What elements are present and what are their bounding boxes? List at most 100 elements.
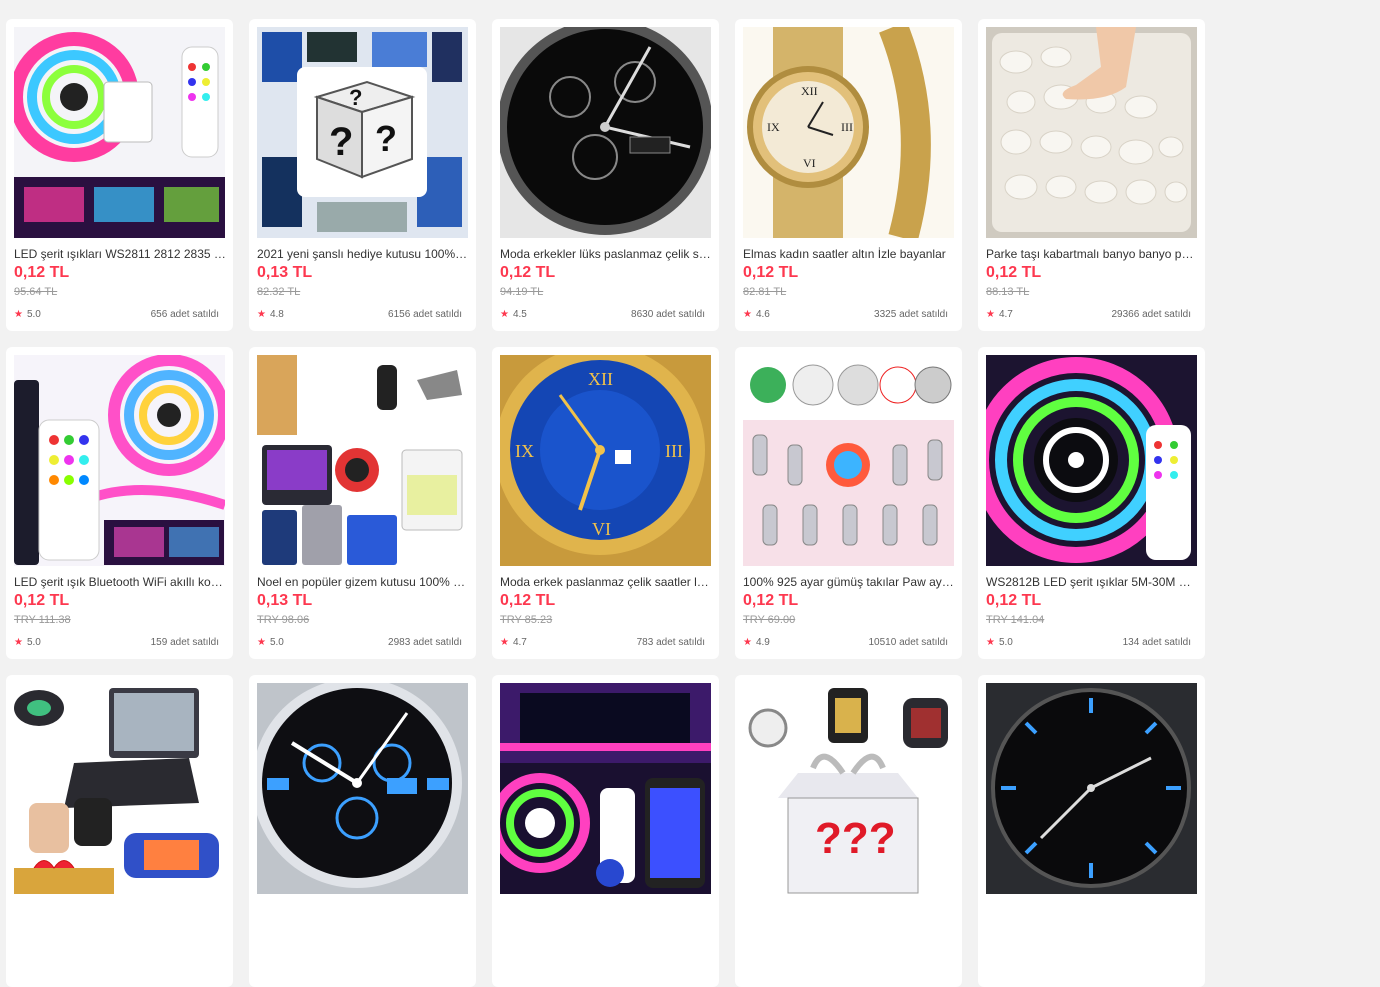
product-card[interactable]: ? ? ? 2021 yeni şanslı hediye kutusu 100… xyxy=(249,19,476,331)
rating-value: 5.0 xyxy=(998,637,1013,648)
svg-text:XII: XII xyxy=(588,369,613,389)
rating-value: 4.5 xyxy=(512,309,527,320)
svg-text:XII: XII xyxy=(801,84,818,98)
product-rating: ★ 5.0 xyxy=(257,636,284,650)
product-title[interactable]: Parke taşı kabartmalı banyo banyo paspas… xyxy=(986,246,1198,262)
svg-text:???: ??? xyxy=(815,814,896,863)
product-title[interactable]: LED şerit ışıkları WS2811 2812 2835 RGB xyxy=(14,246,226,262)
product-image[interactable]: ? ? ? xyxy=(257,27,468,238)
product-image[interactable] xyxy=(14,355,225,566)
svg-text:?: ? xyxy=(349,85,362,110)
product-old-price: 82.81 TL xyxy=(743,286,787,298)
svg-text:III: III xyxy=(665,441,683,461)
product-old-price: TRY 141.04 xyxy=(986,614,1045,626)
product-image[interactable] xyxy=(257,355,468,566)
rating-value: 4.7 xyxy=(512,637,527,648)
product-old-price: 82.32 TL xyxy=(257,286,301,298)
product-sold-count: 3325 adet satıldı xyxy=(874,309,948,320)
product-sold-count: 8630 adet satıldı xyxy=(631,309,705,320)
product-price: 0,12 TL xyxy=(986,264,1042,281)
svg-text:VI: VI xyxy=(592,519,611,539)
product-card[interactable] xyxy=(978,675,1205,987)
product-title[interactable]: LED şerit ışık Bluetooth WiFi akıllı kon… xyxy=(14,574,226,590)
product-old-price: TRY 69.00 xyxy=(743,614,796,626)
product-card[interactable]: XII IX III VI Moda erkek paslanmaz çelik… xyxy=(492,347,719,659)
product-card[interactable]: Parke taşı kabartmalı banyo banyo paspas… xyxy=(978,19,1205,331)
product-rating: ★ 4.6 xyxy=(743,308,770,322)
product-image[interactable]: XII IX III VI xyxy=(500,355,711,566)
star-icon: ★ xyxy=(257,309,266,320)
product-price: 0,12 TL xyxy=(14,264,70,281)
product-image[interactable] xyxy=(986,355,1197,566)
product-card[interactable]: 100% 925 ayar gümüş takılar Paw ayak izi… xyxy=(735,347,962,659)
product-card[interactable] xyxy=(492,675,719,987)
product-card[interactable]: Moda erkekler lüks paslanmaz çelik saatl… xyxy=(492,19,719,331)
product-image[interactable] xyxy=(500,27,711,238)
product-rating: ★ 4.7 xyxy=(500,636,527,650)
product-price: 0,12 TL xyxy=(14,592,70,609)
star-icon: ★ xyxy=(14,637,23,648)
product-sold-count: 134 adet satıldı xyxy=(1122,637,1191,648)
svg-text:VI: VI xyxy=(803,156,816,170)
product-old-price: TRY 111.38 xyxy=(14,614,71,626)
product-rating: ★ 4.9 xyxy=(743,636,770,650)
product-card[interactable]: Noel en popüler gizem kutusu 100% sürpri… xyxy=(249,347,476,659)
star-icon: ★ xyxy=(743,637,752,648)
svg-text:?: ? xyxy=(375,118,397,159)
rating-value: 4.7 xyxy=(998,309,1013,320)
product-price: 0,13 TL xyxy=(257,264,313,281)
svg-text:IX: IX xyxy=(515,441,534,461)
product-rating: ★ 4.5 xyxy=(500,308,527,322)
product-old-price: 88.13 TL xyxy=(986,286,1030,298)
product-card[interactable] xyxy=(249,675,476,987)
product-rating: ★ 5.0 xyxy=(14,308,41,322)
rating-value: 5.0 xyxy=(26,309,41,320)
product-sold-count: 6156 adet satıldı xyxy=(388,309,462,320)
product-image[interactable] xyxy=(500,683,711,894)
product-card[interactable]: ??? xyxy=(735,675,962,987)
product-title[interactable]: Moda erkekler lüks paslanmaz çelik saatl… xyxy=(500,246,712,262)
product-sold-count: 29366 adet satıldı xyxy=(1111,309,1191,320)
svg-text:IX: IX xyxy=(767,120,780,134)
star-icon: ★ xyxy=(500,309,509,320)
product-image[interactable] xyxy=(14,27,225,238)
product-old-price: 95.64 TL xyxy=(14,286,58,298)
product-rating: ★ 4.8 xyxy=(257,308,284,322)
product-price: 0,12 TL xyxy=(986,592,1042,609)
product-card[interactable]: WS2812B LED şerit ışıklar 5M-30M RGB 0,1… xyxy=(978,347,1205,659)
svg-text:III: III xyxy=(841,120,853,134)
product-image[interactable]: ??? xyxy=(743,683,954,894)
product-card[interactable]: LED şerit ışıkları WS2811 2812 2835 RGB … xyxy=(6,19,233,331)
product-card[interactable]: XII VI IX III Elmas kadın saatler altın … xyxy=(735,19,962,331)
product-image[interactable] xyxy=(14,683,225,894)
product-image[interactable] xyxy=(743,355,954,566)
rating-value: 4.8 xyxy=(269,309,284,320)
product-card[interactable]: LED şerit ışık Bluetooth WiFi akıllı kon… xyxy=(6,347,233,659)
product-old-price: TRY 85.23 xyxy=(500,614,553,626)
product-image[interactable] xyxy=(257,683,468,894)
product-title[interactable]: Noel en popüler gizem kutusu 100% sürpri… xyxy=(257,574,469,590)
page-top-strip xyxy=(0,0,1380,12)
product-title[interactable]: 2021 yeni şanslı hediye kutusu 100% sürp… xyxy=(257,246,469,262)
product-image[interactable] xyxy=(986,683,1197,894)
product-price: 0,12 TL xyxy=(743,264,799,281)
product-price: 0,13 TL xyxy=(257,592,313,609)
product-image[interactable]: XII VI IX III xyxy=(743,27,954,238)
star-icon: ★ xyxy=(500,637,509,648)
product-image[interactable] xyxy=(986,27,1197,238)
product-old-price: 94.19 TL xyxy=(500,286,544,298)
product-title[interactable]: 100% 925 ayar gümüş takılar Paw ayak izi xyxy=(743,574,955,590)
product-sold-count: 159 adet satıldı xyxy=(150,637,219,648)
product-price: 0,12 TL xyxy=(743,592,799,609)
rating-value: 5.0 xyxy=(269,637,284,648)
rating-value: 4.9 xyxy=(755,637,770,648)
star-icon: ★ xyxy=(743,309,752,320)
product-title[interactable]: WS2812B LED şerit ışıklar 5M-30M RGB xyxy=(986,574,1198,590)
product-title[interactable]: Elmas kadın saatler altın İzle bayanlar xyxy=(743,246,955,262)
product-rating: ★ 5.0 xyxy=(986,636,1013,650)
product-title[interactable]: Moda erkek paslanmaz çelik saatler lüks xyxy=(500,574,712,590)
product-price: 0,12 TL xyxy=(500,264,556,281)
product-price: 0,12 TL xyxy=(500,592,556,609)
product-sold-count: 2983 adet satıldı xyxy=(388,637,462,648)
product-card[interactable] xyxy=(6,675,233,987)
